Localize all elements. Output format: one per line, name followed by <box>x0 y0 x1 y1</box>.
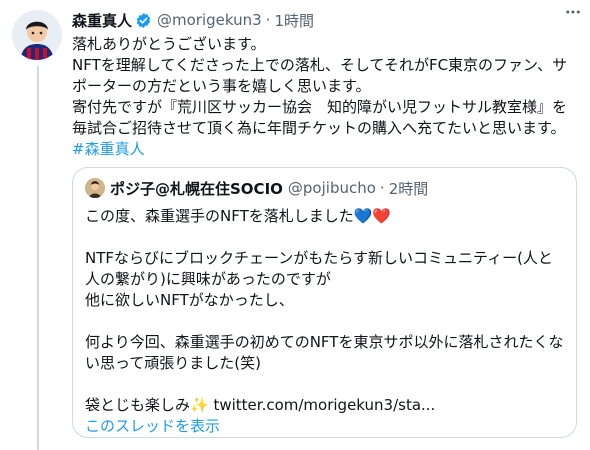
quoted-tweet-header: ポジ子@札幌在住SOCIO @pojibucho · 2時間 <box>85 176 566 200</box>
avatar-image <box>12 10 62 60</box>
separator-dot: · <box>265 11 271 29</box>
truncated-link: twitter.com/morigekun3/sta... <box>208 396 436 414</box>
thread-connector-line <box>37 66 39 450</box>
tweet-text-line: 寄付先ですが『荒川区サッカー協会 知的障がい児フットサル教室様』を <box>72 98 568 116</box>
tweet-text-line: ポーターの方だという事を嬉しく思います。 <box>72 77 371 95</box>
avatar[interactable] <box>12 10 62 60</box>
quoted-text-line-text: この度、森重選手のNFTを落札しました <box>85 207 354 225</box>
quoted-display-name: ポジ子@札幌在住SOCIO <box>110 179 283 198</box>
quoted-tweet-text: この度、森重選手のNFTを落札しました💙❤️ NTFならびにブロックチェーンがも… <box>85 206 566 437</box>
separator-dot: · <box>379 179 385 197</box>
sparkles-emoji-icon: ✨ <box>190 396 209 414</box>
quoted-handle: @pojibucho <box>287 179 376 197</box>
quoted-text-line: 他に欲しいNFTがなかったし、 <box>85 291 294 309</box>
more-options-icon[interactable] <box>562 2 584 22</box>
quoted-text-line: 袋とじも楽しみ✨ twitter.com/morigekun3/sta... <box>85 395 566 416</box>
display-name[interactable]: 森重真人 <box>72 10 132 31</box>
quoted-text-line: い思って頑張りました(笑) <box>85 354 261 372</box>
quoted-text-line <box>85 311 566 332</box>
show-thread-link[interactable]: このスレッドを表示 <box>85 416 566 437</box>
quoted-text-line: NTFならびにブロックチェーンがもたらす新しいコミュニティー(人と <box>85 249 553 267</box>
timestamp[interactable]: 1時間 <box>274 10 314 31</box>
quoted-text-line: この度、森重選手のNFTを落札しました💙❤️ <box>85 206 566 227</box>
tweet-text-line: 毎試合ご招待させて頂く為に年間チケットの購入へ充てたいと思います。 <box>72 119 566 137</box>
tweet-text-line: 落札ありがとうございます。 <box>72 35 266 53</box>
heart-emoji-icon: 💙❤️ <box>353 207 392 225</box>
tweet-text: 落札ありがとうございます。 NFTを理解してくださった上での落札、そしてそれがF… <box>72 34 580 160</box>
quoted-text-line <box>85 227 566 248</box>
tweet-body: 森重真人 @morigekun3 · 1時間 落札ありがとうございます。 NFT… <box>72 8 580 160</box>
quoted-text-line-text: 袋とじも楽しみ <box>85 396 191 414</box>
quoted-text-line <box>85 374 566 395</box>
hashtag-link[interactable]: #森重真人 <box>72 139 580 160</box>
tweet-text-line: NFTを理解してくださった上での落札、そしてそれがFC東京のファン、サ <box>72 56 568 74</box>
tweet-header: 森重真人 @morigekun3 · 1時間 <box>72 8 580 32</box>
quoted-tweet-card[interactable]: ポジ子@札幌在住SOCIO @pojibucho · 2時間 この度、森重選手の… <box>72 167 577 438</box>
quoted-avatar <box>85 178 105 198</box>
quoted-text-line: 人の繋がり)に興味があったのですが <box>85 270 331 288</box>
quoted-text-line: 何より今回、森重選手の初めてのNFTを東京サポ以外に落札されたくな <box>85 333 564 351</box>
handle[interactable]: @morigekun3 <box>157 11 262 29</box>
verified-badge-icon <box>135 12 152 29</box>
quoted-timestamp: 2時間 <box>388 179 429 198</box>
